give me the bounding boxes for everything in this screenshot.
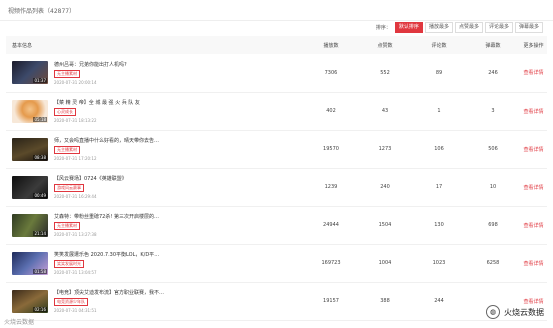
view-details-link[interactable]: 查看详情: [523, 147, 543, 153]
col-likes[interactable]: 点赞数: [358, 36, 412, 54]
video-duration: 02:16: [33, 306, 47, 312]
video-date: 2020-07-31 13:27:38: [54, 232, 97, 237]
view-details-link[interactable]: 查看详情: [523, 261, 543, 267]
watermark: ◍ 火烧云数据: [483, 304, 547, 320]
video-tag: 电竞资源少年队: [54, 298, 88, 306]
wechat-icon: ◍: [486, 305, 500, 319]
col-danmaku[interactable]: 弹幕数: [466, 36, 520, 54]
play-count: 19570: [323, 146, 339, 152]
sort-label: 排序：: [375, 25, 391, 31]
col-actions: 更多操作: [523, 42, 544, 49]
comment-count: 244: [434, 298, 444, 304]
play-count: 19157: [323, 298, 339, 304]
like-count: 552: [380, 69, 390, 76]
view-details-link[interactable]: 查看详情: [523, 70, 543, 76]
video-thumbnail[interactable]: 00:49: [12, 175, 48, 199]
play-count: 7306: [324, 69, 338, 76]
video-duration: 05:18: [33, 116, 47, 122]
video-tag: 无主播素材: [54, 222, 80, 230]
video-date: 2020-07-31 17:20:12: [54, 156, 97, 161]
comment-count: 130: [434, 222, 444, 228]
video-thumbnail[interactable]: 02:16: [12, 289, 48, 313]
video-date: 2020-07-31 18:13:22: [54, 118, 97, 123]
video-thumbnail[interactable]: 05:18: [12, 99, 48, 123]
col-plays[interactable]: 播放数: [304, 36, 358, 54]
video-thumbnail[interactable]: 08:38: [12, 137, 48, 161]
play-count: 1239: [324, 184, 338, 190]
corner-watermark: 火烧云数据: [4, 319, 35, 326]
play-count: 402: [326, 108, 336, 114]
danmaku-count: 3: [491, 108, 495, 114]
table-row: 08:38 师，又会吗直播中什么好看的，晴天带你去告… 无主播素材 2020-07-…: [6, 130, 547, 168]
sort-bar: 排序： 默认排序 播放最多 点赞最多 评论最多 弹幕最多: [376, 22, 543, 33]
comment-count: 1: [437, 108, 441, 114]
danmaku-count: 246: [488, 69, 498, 76]
video-date: 2020-07-31 16:29:44: [54, 194, 97, 199]
danmaku-count: 6258: [486, 260, 500, 266]
video-title[interactable]: 师，又会吗直播中什么好看的，晴天带你去告…: [54, 137, 164, 144]
table-row: 21:14 艾森特：带粉丝重磅72杀! 第三次开启楼层的… 无主播素材 2020-0…: [6, 206, 547, 244]
video-tag: 游戏风云赛事: [54, 184, 84, 192]
video-tag: 笑笑发展时光: [54, 260, 84, 268]
video-title[interactable]: 艾森特：带粉丝重磅72杀! 第三次开启楼层的…: [54, 213, 164, 220]
sort-plays-button[interactable]: 播放最多: [424, 22, 453, 33]
table-row: 01:58 笑笑发展遭乐色 2020.7.30平衡LOL，K/D平衡… 笑笑发展时…: [6, 244, 547, 282]
video-duration: 08:38: [33, 154, 47, 160]
video-duration: 01:58: [33, 268, 47, 274]
sort-danmaku-button[interactable]: 弹幕最多: [514, 22, 543, 33]
table-row: 00:49 【风云赛场】0724《英雄联盟》 游戏风云赛事 2020-07-31 1…: [6, 168, 547, 206]
video-title[interactable]: 【风云赛场】0724《英雄联盟》: [54, 175, 164, 182]
video-duration: 21:14: [33, 230, 47, 236]
video-thumbnail[interactable]: 01:37: [12, 61, 48, 85]
comment-count: 1023: [432, 260, 446, 266]
video-tag: 无主播素材: [54, 69, 80, 78]
sort-likes-button[interactable]: 点赞最多: [454, 22, 483, 33]
view-details-link[interactable]: 查看详情: [523, 109, 543, 115]
col-comments[interactable]: 评论数: [412, 36, 466, 54]
like-count: 1504: [378, 222, 392, 228]
like-count: 240: [380, 184, 390, 190]
video-title[interactable]: 【菜 精 灵 帝】全 城 最 强 火 兵 队 友: [54, 99, 164, 106]
view-details-link[interactable]: 查看详情: [523, 185, 543, 191]
col-basic-info: 基本信息: [12, 42, 33, 49]
table-row: 05:18 【菜 精 灵 帝】全 城 最 强 火 兵 队 友心灵成长 2020-0…: [6, 92, 547, 130]
video-date: 2020-07-31 13:04:57: [54, 270, 97, 275]
video-date: 2020-07-31 04:31:51: [54, 308, 97, 313]
like-count: 1273: [378, 146, 392, 152]
comment-count: 89: [435, 69, 443, 76]
play-count: 24944: [323, 222, 339, 228]
sort-default-button[interactable]: 默认排序: [394, 22, 423, 33]
view-details-link[interactable]: 查看详情: [523, 223, 543, 229]
page-title-text: 视频作品列表（42877）: [8, 7, 76, 15]
page-title: 视频作品列表（42877）: [0, 0, 553, 21]
watermark-text: 火烧云数据: [504, 307, 544, 317]
play-count: 169723: [321, 260, 341, 266]
table-row: 01:37 德州吕哥：兄弟你能出打人机吗? 无主播素材 2020-07-31 20:…: [6, 54, 547, 92]
video-title[interactable]: 【电竞】顶尖艾迪发布流】官方职业联赛，我不…: [54, 289, 164, 296]
table-header: 基本信息 播放数 点赞数 评论数 弹幕数 更多操作: [6, 36, 547, 54]
video-title[interactable]: 笑笑发展遭乐色 2020.7.30平衡LOL，K/D平衡…: [54, 251, 164, 258]
video-thumbnail[interactable]: 21:14: [12, 213, 48, 237]
video-table: 基本信息 播放数 点赞数 评论数 弹幕数 更多操作 01:37 德州吕哥：兄弟你…: [6, 36, 547, 321]
like-count: 388: [380, 298, 390, 304]
sort-comments-button[interactable]: 评论最多: [484, 22, 513, 33]
like-count: 43: [381, 108, 389, 114]
danmaku-count: 10: [489, 184, 497, 190]
video-date: 2020-07-31 20:00:14: [54, 79, 97, 85]
video-tag: 无主播素材: [54, 146, 80, 154]
video-tag: 心灵成长: [54, 108, 76, 116]
table-row: 02:16 【电竞】顶尖艾迪发布流】官方职业联赛，我不… 电竞资源少年队 2020-…: [6, 282, 547, 320]
danmaku-count: 506: [488, 146, 498, 152]
comment-count: 106: [434, 146, 444, 152]
video-title[interactable]: 德州吕哥：兄弟你能出打人机吗?: [54, 61, 164, 68]
video-duration: 01:37: [33, 78, 47, 84]
like-count: 1004: [378, 260, 392, 266]
video-duration: 00:49: [33, 192, 47, 198]
danmaku-count: 698: [488, 222, 498, 228]
comment-count: 17: [435, 184, 443, 190]
video-thumbnail[interactable]: 01:58: [12, 251, 48, 275]
